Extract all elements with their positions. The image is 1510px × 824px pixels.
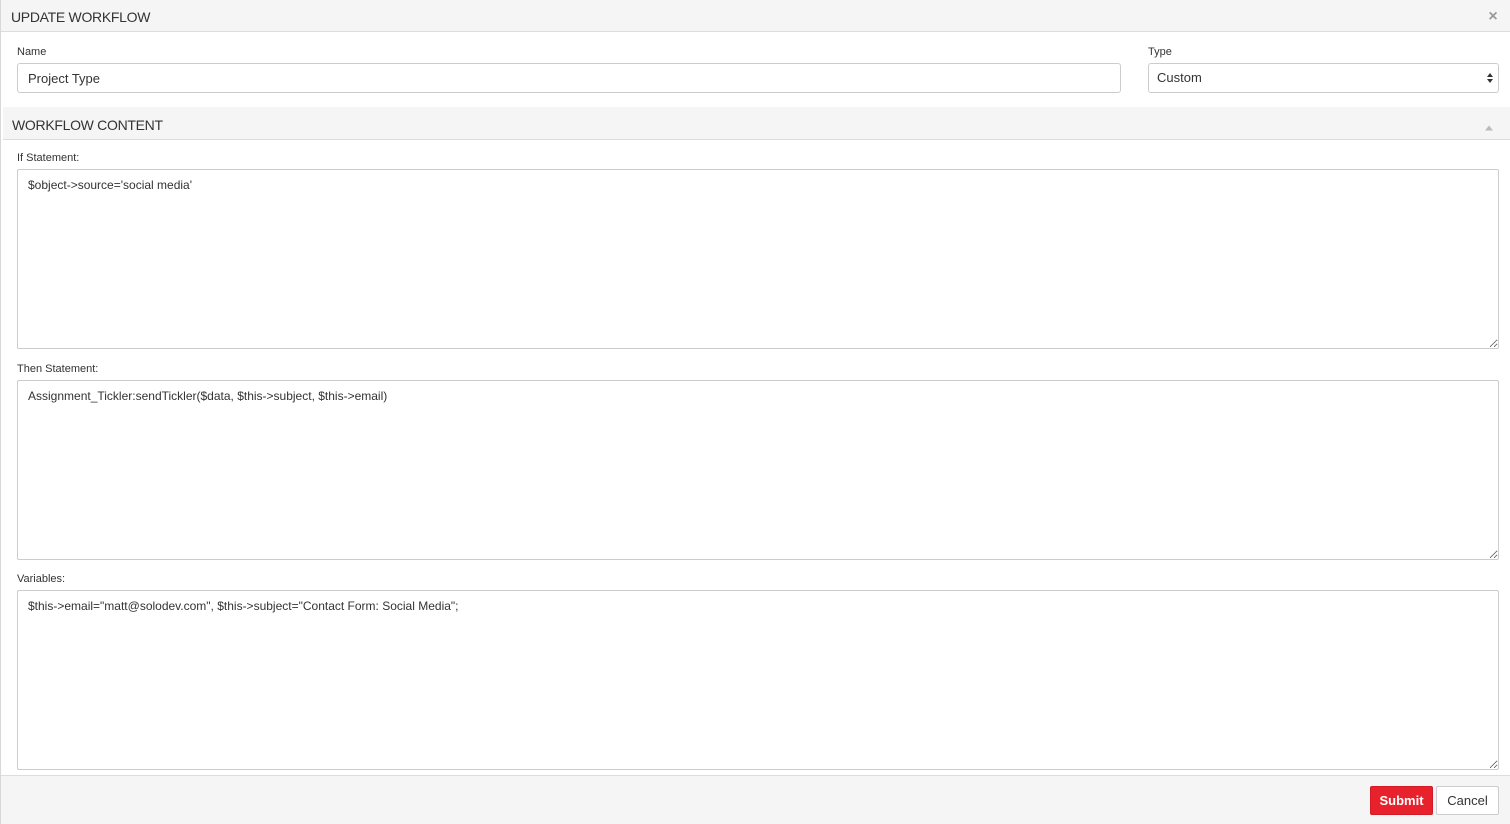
type-label: Type [1148, 46, 1172, 58]
type-select-value: Custom [1157, 70, 1202, 85]
submit-button[interactable]: Submit [1370, 786, 1433, 815]
section-title: WORKFLOW CONTENT [12, 117, 163, 133]
modal-title: UPDATE WORKFLOW [11, 9, 151, 25]
name-label: Name [17, 46, 47, 58]
cancel-button[interactable]: Cancel [1436, 786, 1499, 815]
variables-label: Variables: [17, 573, 66, 585]
update-workflow-modal: UPDATE WORKFLOW × Name Type Custom WORKF… [0, 0, 1510, 824]
type-select[interactable]: Custom [1148, 63, 1499, 93]
select-arrows-icon [1487, 73, 1493, 83]
workflow-content-header[interactable]: WORKFLOW CONTENT [3, 107, 1510, 140]
chevron-up-icon[interactable] [1484, 125, 1494, 131]
modal-header: UPDATE WORKFLOW × [1, 0, 1510, 32]
if-statement-label: If Statement: [17, 152, 80, 164]
variables-textarea[interactable]: $this->email="matt@solodev.com", $this->… [17, 590, 1499, 770]
if-statement-textarea[interactable]: $object->source='social media' [17, 169, 1499, 349]
modal-footer: Submit Cancel [1, 775, 1510, 824]
then-statement-label: Then Statement: [17, 363, 99, 375]
close-icon[interactable]: × [1486, 9, 1500, 25]
name-input[interactable] [17, 63, 1121, 93]
then-statement-textarea[interactable]: Assignment_Tickler:sendTickler($data, $t… [17, 380, 1499, 560]
